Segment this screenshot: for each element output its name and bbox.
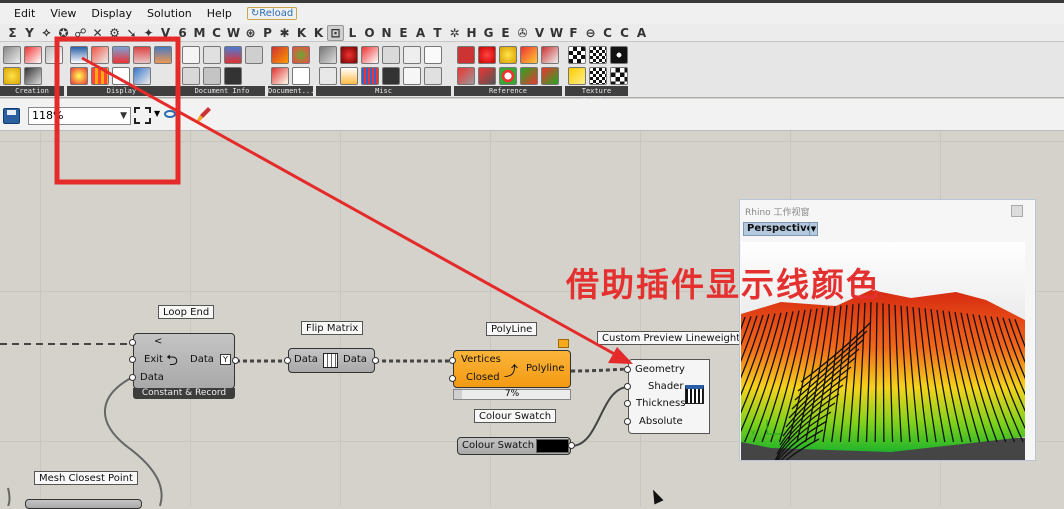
annotation-arrow	[81, 56, 619, 358]
arrow-head-icon	[608, 347, 633, 364]
highlight-box	[54, 36, 181, 185]
annotation-overlay	[54, 36, 633, 364]
